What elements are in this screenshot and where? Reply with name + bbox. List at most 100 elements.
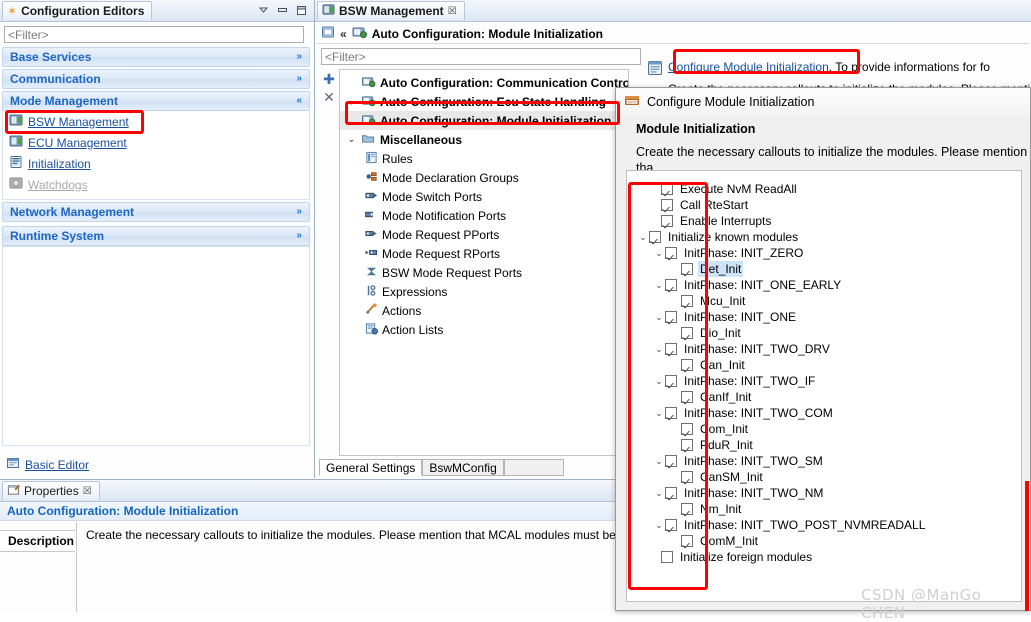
tab-bsw-management[interactable]: BSW Management ☒ [317, 1, 465, 20]
twisty[interactable]: ⌄ [653, 341, 665, 357]
twisty[interactable]: ⌄ [653, 245, 665, 261]
twisty[interactable]: ⌄ [653, 373, 665, 389]
breadcrumb-separator[interactable]: « [340, 27, 347, 41]
basic-editor-link[interactable]: Basic Editor [6, 456, 89, 473]
checkbox-row[interactable]: ⌄ InitPhase: INIT_TWO_DRV [627, 341, 1021, 357]
twisty[interactable]: ⌄ [653, 453, 665, 469]
tab-configuration-editors[interactable]: ✶ Configuration Editors [2, 1, 153, 20]
tree-node-miscellaneous[interactable]: ⌄ Miscellaneous [340, 130, 628, 149]
checkbox-initphase-init-one[interactable] [665, 311, 677, 323]
close-icon[interactable]: ☒ [448, 6, 457, 17]
tab-properties[interactable]: Properties ☒ [2, 481, 100, 500]
checkbox-initphase-init-two-sm[interactable] [665, 455, 677, 467]
checkbox-row[interactable]: Enable Interrupts [627, 213, 1021, 229]
checkbox-det-init[interactable] [681, 263, 693, 275]
checkbox-row[interactable]: ComM_Init [627, 533, 1021, 549]
checkbox-initialize-foreign-modules[interactable] [661, 551, 673, 563]
tree-node-mode-notification-ports[interactable]: Mode Notification Ports [340, 206, 628, 225]
checkbox-call-rtestart[interactable] [661, 199, 673, 211]
checkbox-cansm-init[interactable] [681, 471, 693, 483]
checkbox-row[interactable]: ⌄ InitPhase: INIT_TWO_POST_NVMREADALL [627, 517, 1021, 533]
checkbox-row[interactable]: ⌄ InitPhase: INIT_TWO_SM [627, 453, 1021, 469]
checkbox-initialize-known-modules[interactable] [649, 231, 661, 243]
checkbox-comm-init[interactable] [681, 535, 693, 547]
properties-tab-description[interactable]: Description [0, 530, 75, 552]
checkbox-row[interactable]: ⌄ InitPhase: INIT_TWO_NM [627, 485, 1021, 501]
tree-node-bsw-mode-request-ports[interactable]: BSW Mode Request Ports [340, 263, 628, 282]
checkbox-row[interactable]: Call RteStart [627, 197, 1021, 213]
tree-node[interactable]: › Auto Configuration: Ecu State Handling [340, 92, 628, 111]
home-icon[interactable] [321, 25, 335, 42]
editor-item-bsw-management[interactable]: BSW Management [3, 111, 309, 132]
checkbox-row[interactable]: ⌄ InitPhase: INIT_ONE_EARLY [627, 277, 1021, 293]
checkbox-mcu-init[interactable] [681, 295, 693, 307]
add-button[interactable]: ✚ [321, 70, 337, 88]
checkbox-execute-nvm-readall[interactable] [661, 183, 673, 195]
minimize-icon[interactable] [276, 4, 289, 16]
checkbox-initphase-init-two-post-nvmreadall[interactable] [665, 519, 677, 531]
maximize-icon[interactable] [295, 4, 308, 16]
tree-node-mode-switch-ports[interactable]: Mode Switch Ports [340, 187, 628, 206]
checkbox-row[interactable]: ⌄ InitPhase: INIT_TWO_COM [627, 405, 1021, 421]
tree-node[interactable]: Auto Configuration: Communication Contro… [340, 73, 628, 92]
checkbox-canif-init[interactable] [681, 391, 693, 403]
close-icon[interactable]: ☒ [83, 486, 92, 497]
checkbox-initphase-init-zero[interactable] [665, 247, 677, 259]
checkbox-row[interactable]: Com_Init [627, 421, 1021, 437]
twisty[interactable]: ⌄ [653, 309, 665, 325]
view-menu-icon[interactable] [257, 4, 270, 16]
twisty[interactable]: ⌄ [653, 277, 665, 293]
editor-item-watchdogs[interactable]: Watchdogs [3, 174, 309, 195]
tree-node-module-initialization[interactable]: Auto Configuration: Module Initializatio… [340, 111, 628, 130]
section-base-services[interactable]: Base Services » [2, 47, 310, 67]
section-mode-management[interactable]: Mode Management « [2, 91, 310, 111]
tab-bswmconfig[interactable]: BswMConfig [422, 459, 504, 476]
section-communication[interactable]: Communication » [2, 69, 310, 89]
section-runtime-system[interactable]: Runtime System » [2, 226, 310, 246]
tree-node-mode-request-rports[interactable]: Mode Request RPorts [340, 244, 628, 263]
checkbox-initphase-init-two-drv[interactable] [665, 343, 677, 355]
checkbox-row[interactable]: CanSM_Init [627, 469, 1021, 485]
checkbox-row[interactable]: ⌄ InitPhase: INIT_ONE [627, 309, 1021, 325]
checkbox-row[interactable]: PduR_Init [627, 437, 1021, 453]
module-initialization-checkbox-tree[interactable]: Execute NvM ReadAll Call RteStart Enable… [626, 170, 1022, 602]
breadcrumb-label[interactable]: Auto Configuration: Module Initializatio… [372, 27, 603, 41]
checkbox-row[interactable]: Can_Init [627, 357, 1021, 373]
configure-module-initialization-link[interactable]: Configure Module Initialization [668, 60, 829, 74]
twisty[interactable]: ⌄ [637, 229, 649, 245]
checkbox-row[interactable]: CanIf_Init [627, 389, 1021, 405]
checkbox-initphase-init-two-if[interactable] [665, 375, 677, 387]
checkbox-initphase-init-one-early[interactable] [665, 279, 677, 291]
tree-node-expressions[interactable]: Expressions [340, 282, 628, 301]
editor-item-initialization[interactable]: Initialization [3, 153, 309, 174]
checkbox-row[interactable]: ⌄ InitPhase: INIT_TWO_IF [627, 373, 1021, 389]
tree-node-action-lists[interactable]: Action Lists [340, 320, 628, 339]
twisty[interactable]: ⌄ [346, 134, 357, 145]
checkbox-com-init[interactable] [681, 423, 693, 435]
editor-item-ecu-management[interactable]: ECU Management [3, 132, 309, 153]
checkbox-nm-init[interactable] [681, 503, 693, 515]
configuration-editors-filter-input[interactable]: <Filter> [4, 26, 304, 43]
tree-node-rules[interactable]: Rules [340, 149, 628, 168]
checkbox-row[interactable]: ⌄ Initialize known modules [627, 229, 1021, 245]
checkbox-row[interactable]: Execute NvM ReadAll [627, 181, 1021, 197]
checkbox-row[interactable]: Det_Init [627, 261, 1021, 277]
checkbox-row[interactable]: Mcu_Init [627, 293, 1021, 309]
checkbox-row[interactable]: Nm_Init [627, 501, 1021, 517]
twisty[interactable]: ⌄ [653, 517, 665, 533]
twisty[interactable]: ⌄ [653, 405, 665, 421]
checkbox-row[interactable]: Initialize foreign modules [627, 549, 1021, 565]
checkbox-row[interactable]: Dio_Init [627, 325, 1021, 341]
twisty[interactable]: ⌄ [653, 485, 665, 501]
editor-tree[interactable]: Auto Configuration: Communication Contro… [339, 69, 629, 456]
tree-node-actions[interactable]: Actions [340, 301, 628, 320]
tree-node-mode-request-pports[interactable]: Mode Request PPorts [340, 225, 628, 244]
checkbox-pdur-init[interactable] [681, 439, 693, 451]
checkbox-dio-init[interactable] [681, 327, 693, 339]
checkbox-row[interactable]: ⌄ InitPhase: INIT_ZERO [627, 245, 1021, 261]
checkbox-enable-interrupts[interactable] [661, 215, 673, 227]
section-network-management[interactable]: Network Management » [2, 202, 310, 222]
checkbox-initphase-init-two-com[interactable] [665, 407, 677, 419]
checkbox-can-init[interactable] [681, 359, 693, 371]
delete-button[interactable]: ✕ [321, 88, 337, 106]
